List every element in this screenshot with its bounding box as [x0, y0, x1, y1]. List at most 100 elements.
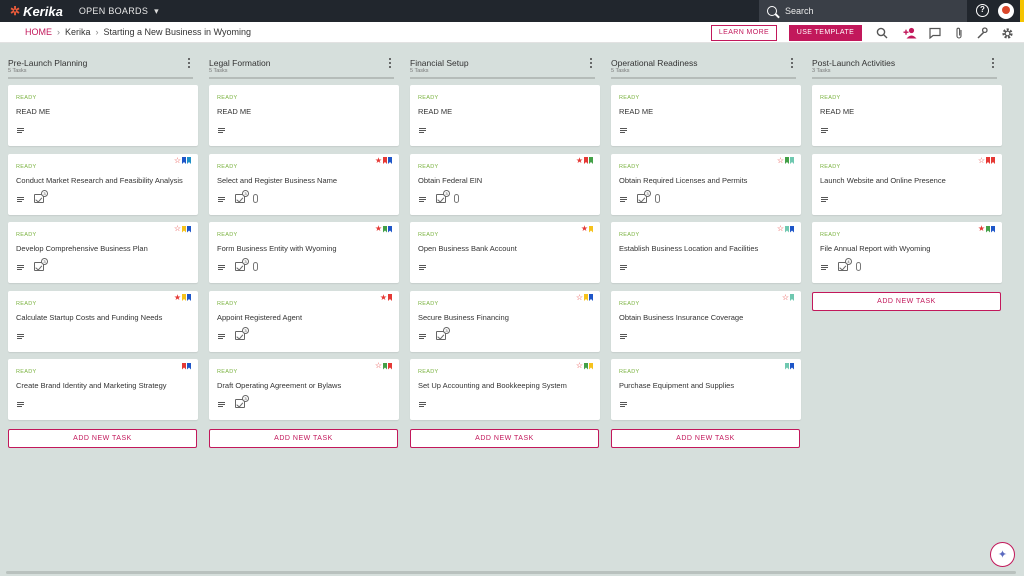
- star-filled-icon[interactable]: ★: [576, 156, 583, 165]
- breadcrumb-home[interactable]: HOME: [25, 27, 52, 37]
- more-vertical-icon[interactable]: [186, 57, 192, 69]
- task-status: READY: [217, 95, 238, 101]
- user-avatar[interactable]: [998, 3, 1014, 19]
- bookmark-tag-icon: [790, 157, 794, 164]
- add-new-task-button[interactable]: ADD NEW TASK: [410, 428, 599, 448]
- add-new-task-button[interactable]: ADD NEW TASK: [611, 428, 800, 448]
- description-icon: [620, 265, 627, 270]
- star-outline-icon[interactable]: ☆: [375, 362, 382, 370]
- task-card[interactable]: READY Obtain Business Insurance Coverage ☆: [611, 290, 801, 352]
- task-card[interactable]: READY READ ME: [410, 85, 600, 146]
- star-filled-icon[interactable]: ★: [174, 293, 181, 302]
- checklist-count: 4: [845, 258, 852, 265]
- attachment-icon[interactable]: [951, 25, 967, 41]
- chevron-down-icon: ▾: [154, 5, 159, 16]
- task-card[interactable]: READY Secure Business Financing 3 ☆: [410, 290, 600, 352]
- breadcrumb-org[interactable]: Kerika: [65, 27, 91, 37]
- more-vertical-icon[interactable]: [990, 57, 996, 69]
- task-card[interactable]: READY Establish Business Location and Fac…: [611, 222, 801, 283]
- star-filled-icon[interactable]: ★: [375, 225, 382, 233]
- column-header[interactable]: Post-Launch Activities 3 Tasks: [804, 43, 997, 79]
- task-card[interactable]: READY Launch Website and Online Presence ☆: [812, 153, 1002, 215]
- task-card[interactable]: READY Appoint Registered Agent 3 ★: [209, 290, 399, 352]
- tools-icon[interactable]: [974, 25, 990, 41]
- bookmark-tag-icon: [187, 362, 191, 370]
- description-icon: [821, 265, 828, 270]
- star-filled-icon[interactable]: ★: [581, 225, 588, 233]
- task-card[interactable]: READY Select and Register Business Name 3 ★: [209, 153, 399, 215]
- task-card[interactable]: READY Set Up Accounting and Bookkeeping S…: [410, 359, 600, 420]
- search-box[interactable]: Search: [759, 0, 967, 22]
- kerika-logo[interactable]: ✲ Kerika: [10, 4, 63, 19]
- board-search-icon[interactable]: [874, 25, 890, 41]
- chat-icon[interactable]: [927, 25, 943, 41]
- bookmark-tag-icon: [785, 362, 789, 370]
- checklist-icon: 4: [838, 258, 852, 271]
- task-card[interactable]: READY READ ME: [209, 85, 399, 146]
- task-card[interactable]: READY Conduct Market Research and Feasibi…: [8, 153, 198, 215]
- star-filled-icon[interactable]: ★: [375, 156, 382, 165]
- task-card[interactable]: READY READ ME: [812, 85, 1002, 146]
- help-icon[interactable]: ?: [976, 4, 989, 17]
- task-status: READY: [619, 300, 640, 307]
- column-header[interactable]: Operational Readiness 5 Tasks: [603, 43, 796, 79]
- task-card[interactable]: READY File Annual Report with Wyoming 4 ★: [812, 222, 1002, 283]
- task-card[interactable]: READY Purchase Equipment and Supplies: [611, 359, 801, 420]
- task-card[interactable]: READY Calculate Startup Costs and Funding…: [8, 290, 198, 352]
- bookmark-tag-icon: [187, 157, 191, 164]
- description-icon: [218, 128, 225, 133]
- attachment-icon: [856, 262, 861, 271]
- checklist-icon: 3: [235, 326, 249, 340]
- star-filled-icon[interactable]: ★: [978, 225, 985, 233]
- column-header[interactable]: Financial Setup 5 Tasks: [402, 43, 595, 79]
- chevron-right-icon: ›: [57, 27, 60, 37]
- bookmark-tag-icon: [187, 294, 191, 301]
- attachment-icon: [454, 193, 459, 203]
- bookmark-tag-icon: [383, 362, 387, 370]
- settings-icon[interactable]: [999, 25, 1015, 41]
- star-outline-icon[interactable]: ☆: [777, 156, 784, 165]
- ai-assistant-icon[interactable]: ✦: [990, 542, 1015, 567]
- task-card[interactable]: READY READ ME: [611, 85, 801, 146]
- checklist-count: 3: [443, 189, 450, 197]
- task-card[interactable]: READY READ ME: [8, 85, 198, 146]
- bookmark-tag-icon: [790, 294, 794, 301]
- chevron-right-icon: ›: [95, 27, 99, 37]
- task-card[interactable]: READY Form Business Entity with Wyoming 3 ★: [209, 222, 399, 283]
- checklist-count: 3: [242, 326, 249, 334]
- description-icon: [17, 333, 24, 339]
- star-outline-icon[interactable]: ☆: [777, 225, 784, 233]
- column-header[interactable]: Pre-Launch Planning 5 Tasks: [0, 43, 193, 79]
- task-card[interactable]: READY Obtain Required Licenses and Permit…: [611, 153, 801, 215]
- star-outline-icon[interactable]: ☆: [576, 362, 583, 370]
- more-vertical-icon[interactable]: [789, 57, 795, 69]
- star-outline-icon[interactable]: ☆: [978, 156, 985, 165]
- add-new-task-button[interactable]: ADD NEW TASK: [209, 428, 398, 448]
- use-template-button[interactable]: USE TEMPLATE: [789, 25, 862, 41]
- star-outline-icon[interactable]: ☆: [576, 293, 583, 302]
- column-divider: [209, 77, 394, 79]
- star-outline-icon[interactable]: ☆: [782, 293, 789, 302]
- task-title: Draft Operating Agreement or Bylaws: [217, 381, 342, 390]
- card-tags: ☆: [782, 293, 794, 302]
- bookmark-tag-icon: [589, 225, 593, 233]
- star-outline-icon[interactable]: ☆: [174, 225, 181, 233]
- star-outline-icon[interactable]: ☆: [174, 156, 181, 165]
- add-new-task-button[interactable]: ADD NEW TASK: [8, 428, 197, 448]
- more-vertical-icon[interactable]: [387, 57, 393, 69]
- bookmark-tag-icon: [991, 157, 995, 164]
- task-card[interactable]: READY Create Brand Identity and Marketing…: [8, 359, 198, 420]
- column-header[interactable]: Legal Formation 5 Tasks: [201, 43, 394, 79]
- task-card[interactable]: READY Develop Comprehensive Business Plan…: [8, 222, 198, 283]
- task-card[interactable]: READY Draft Operating Agreement or Bylaws…: [209, 359, 399, 420]
- more-vertical-icon[interactable]: [588, 57, 594, 69]
- open-boards-menu[interactable]: OPEN BOARDS ▾: [79, 6, 159, 17]
- horizontal-scrollbar[interactable]: [6, 571, 1016, 574]
- add-person-icon[interactable]: [902, 25, 918, 41]
- task-card[interactable]: READY Obtain Federal EIN 3 ★: [410, 153, 600, 215]
- star-filled-icon[interactable]: ★: [380, 293, 387, 302]
- breadcrumb-bar: HOME › Kerika › Starting a New Business …: [0, 22, 1024, 43]
- task-card[interactable]: READY Open Business Bank Account ★: [410, 222, 600, 283]
- learn-more-button[interactable]: LEARN MORE: [711, 25, 777, 41]
- add-new-task-button[interactable]: ADD NEW TASK: [812, 291, 1001, 311]
